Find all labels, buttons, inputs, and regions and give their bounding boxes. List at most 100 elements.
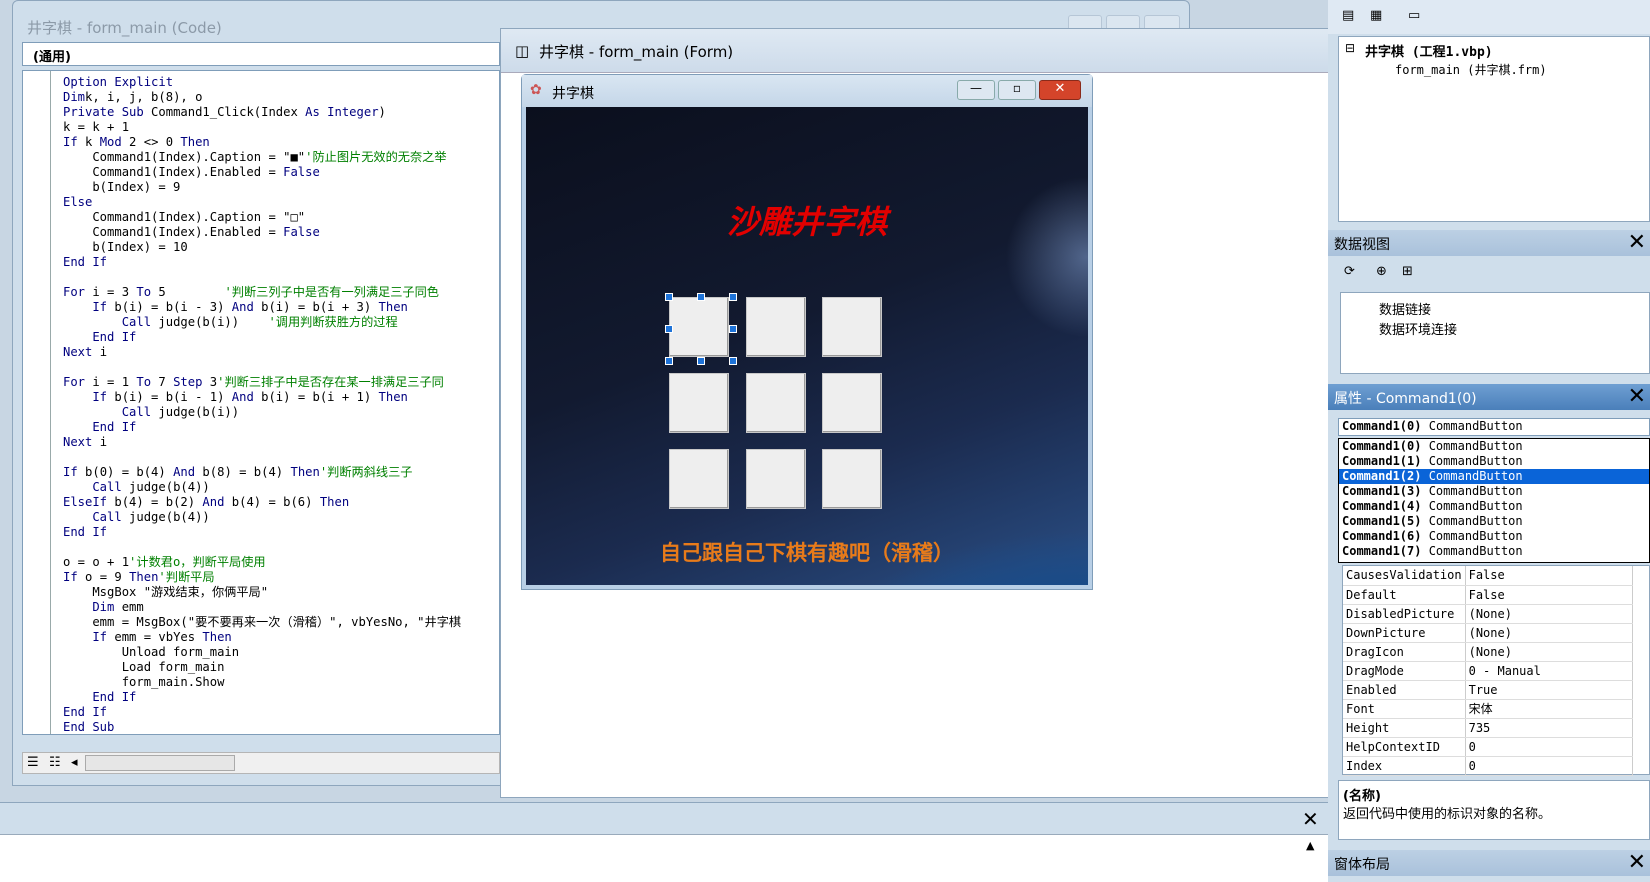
code-line: End If	[63, 420, 137, 434]
dropdown-option[interactable]: Command1(2) CommandButton	[1339, 469, 1649, 484]
dropdown-option[interactable]: Command1(4) CommandButton	[1339, 499, 1649, 514]
layout-title: 窗体布局	[1334, 857, 1390, 873]
selection-handle[interactable]	[665, 357, 673, 365]
property-grid[interactable]: CausesValidation False Default False Disable…	[1342, 565, 1650, 776]
game-minimize-button[interactable]: —	[957, 80, 995, 100]
game-form[interactable]: ✿ 井字棋 — ▫ ✕ 沙雕井字棋 自己跟自己下棋有趣吧（滑稽）	[521, 74, 1093, 590]
dropdown-option[interactable]: Command1(0) CommandButton	[1339, 439, 1649, 454]
dropdown-option[interactable]: Command1(6) CommandButton	[1339, 529, 1649, 544]
code-line: Next i	[63, 435, 108, 449]
scroll-left-icon[interactable]: ◂	[71, 755, 78, 770]
code-editor[interactable]: Option Explicit Dimk, i, j, b(8), o Privat…	[22, 70, 500, 735]
dataview-item[interactable]: 数据环境连接	[1379, 319, 1457, 338]
selection-handle[interactable]	[697, 357, 705, 365]
property-row[interactable]: CausesValidation False	[1343, 566, 1634, 586]
dataview-item[interactable]: 数据链接	[1379, 299, 1431, 318]
immediate-close-icon[interactable]: ✕	[1302, 807, 1319, 831]
dropdown-option[interactable]: Command1(1) CommandButton	[1339, 454, 1649, 469]
code-horizontal-scrollbar[interactable]: ☰ ☷ ◂	[22, 752, 500, 774]
dropdown-option[interactable]: Command1(5) CommandButton	[1339, 514, 1649, 529]
view-object-icon[interactable]: ▦	[1370, 8, 1382, 23]
code-line: Command1(Index).Caption = "□"	[63, 210, 306, 224]
layout-close-icon[interactable]: ✕	[1628, 852, 1646, 874]
board-cell-0[interactable]	[669, 297, 729, 357]
selection-handle[interactable]	[729, 293, 737, 301]
view-code-icon[interactable]: ▤	[1342, 8, 1354, 23]
property-value[interactable]: (None)	[1465, 642, 1634, 662]
refresh-icon[interactable]: ⟳	[1344, 264, 1355, 279]
code-gutter	[23, 71, 51, 734]
tree-expand-icon[interactable]: ⊟	[1345, 41, 1355, 55]
game-canvas: 沙雕井字棋 自己跟自己下棋有趣吧（滑稽）	[526, 107, 1088, 585]
immediate-window[interactable]: ✕ ▲	[0, 802, 1328, 882]
property-name: DisabledPicture	[1343, 604, 1466, 624]
board-cell-6[interactable]	[669, 449, 729, 509]
add-env-icon[interactable]: ⊞	[1402, 264, 1413, 279]
property-name: Enabled	[1343, 680, 1466, 700]
description-text: 返回代码中使用的标识对象的名称。	[1343, 807, 1552, 822]
property-value[interactable]: (None)	[1465, 623, 1634, 643]
property-value[interactable]: False	[1465, 585, 1634, 605]
property-description: (名称) 返回代码中使用的标识对象的名称。	[1338, 780, 1650, 840]
app-icon: ✿	[530, 82, 542, 98]
property-row[interactable]: Enabled True	[1343, 680, 1634, 700]
property-value[interactable]: 0	[1465, 737, 1634, 757]
property-value[interactable]: 735	[1465, 718, 1634, 738]
properties-header: 属性 - Command1(0) ✕	[1328, 384, 1650, 410]
project-root[interactable]: 井字棋 (工程1.vbp)	[1365, 41, 1493, 60]
dropdown-option[interactable]: Command1(3) CommandButton	[1339, 484, 1649, 499]
property-value[interactable]: (None)	[1465, 604, 1634, 624]
selection-handle[interactable]	[665, 293, 673, 301]
dataview-close-icon[interactable]: ✕	[1628, 232, 1646, 254]
board-cell-4[interactable]	[746, 373, 806, 433]
board-cell-3[interactable]	[669, 373, 729, 433]
selection-handle[interactable]	[665, 325, 673, 333]
property-name: Index	[1343, 756, 1466, 776]
board-cell-8[interactable]	[822, 449, 882, 509]
property-row[interactable]: Font 宋体	[1343, 699, 1634, 719]
procedure-view-icon[interactable]: ☰	[27, 755, 39, 770]
property-value[interactable]: True	[1465, 680, 1634, 700]
toggle-folders-icon[interactable]: ▭	[1408, 8, 1420, 23]
property-value[interactable]: 0 - Manual	[1465, 661, 1634, 681]
dropdown-option[interactable]: Command1(7) CommandButton	[1339, 544, 1649, 559]
property-row[interactable]: DragMode 0 - Manual	[1343, 661, 1634, 681]
full-module-view-icon[interactable]: ☷	[49, 755, 61, 770]
property-value[interactable]: 0	[1465, 756, 1634, 776]
game-subtitle: 自己跟自己下棋有趣吧（滑稽）	[660, 540, 954, 565]
selection-handle[interactable]	[729, 325, 737, 333]
selection-handle[interactable]	[729, 357, 737, 365]
project-form-item[interactable]: form_main (井字棋.frm)	[1395, 61, 1547, 78]
code-line: Call judge(b(i)) '调用判断获胜方的过程	[63, 315, 398, 329]
scroll-thumb[interactable]	[85, 755, 235, 771]
object-combo[interactable]: (通用)	[22, 42, 500, 66]
property-value[interactable]: False	[1465, 566, 1634, 586]
code-line: k = k + 1	[63, 120, 130, 134]
object-dropdown-list[interactable]: Command1(0) CommandButton Command1(1) Com…	[1338, 438, 1650, 563]
property-row[interactable]: DisabledPicture (None)	[1343, 604, 1634, 624]
board-cell-1[interactable]	[746, 297, 806, 357]
board-cell-2[interactable]	[822, 297, 882, 357]
property-row[interactable]: DownPicture (None)	[1343, 623, 1634, 643]
code-line: Else	[63, 195, 93, 209]
property-row[interactable]: Index 0	[1343, 756, 1634, 776]
property-row[interactable]: DragIcon (None)	[1343, 642, 1634, 662]
dataview-tree: 数据链接 数据环境连接	[1340, 292, 1650, 374]
code-line: If b(0) = b(4) And b(8) = b(4) Then'判断两斜…	[63, 465, 413, 479]
property-name: DragIcon	[1343, 642, 1466, 662]
game-close-button[interactable]: ✕	[1039, 80, 1081, 100]
add-link-icon[interactable]: ⊕	[1376, 264, 1387, 279]
property-row[interactable]: HelpContextID 0	[1343, 737, 1634, 757]
selection-handle[interactable]	[697, 293, 705, 301]
property-row[interactable]: Default False	[1343, 585, 1634, 605]
game-maximize-button[interactable]: ▫	[998, 80, 1036, 100]
object-selector[interactable]: Command1(0) CommandButton	[1338, 418, 1650, 436]
board-cell-7[interactable]	[746, 449, 806, 509]
code-line: End If	[63, 690, 137, 704]
dataview-title: 数据视图	[1334, 237, 1390, 253]
property-value[interactable]: 宋体	[1465, 699, 1634, 719]
scroll-up-icon[interactable]: ▲	[1306, 839, 1314, 852]
properties-close-icon[interactable]: ✕	[1628, 386, 1646, 408]
board-cell-5[interactable]	[822, 373, 882, 433]
property-row[interactable]: Height 735	[1343, 718, 1634, 738]
